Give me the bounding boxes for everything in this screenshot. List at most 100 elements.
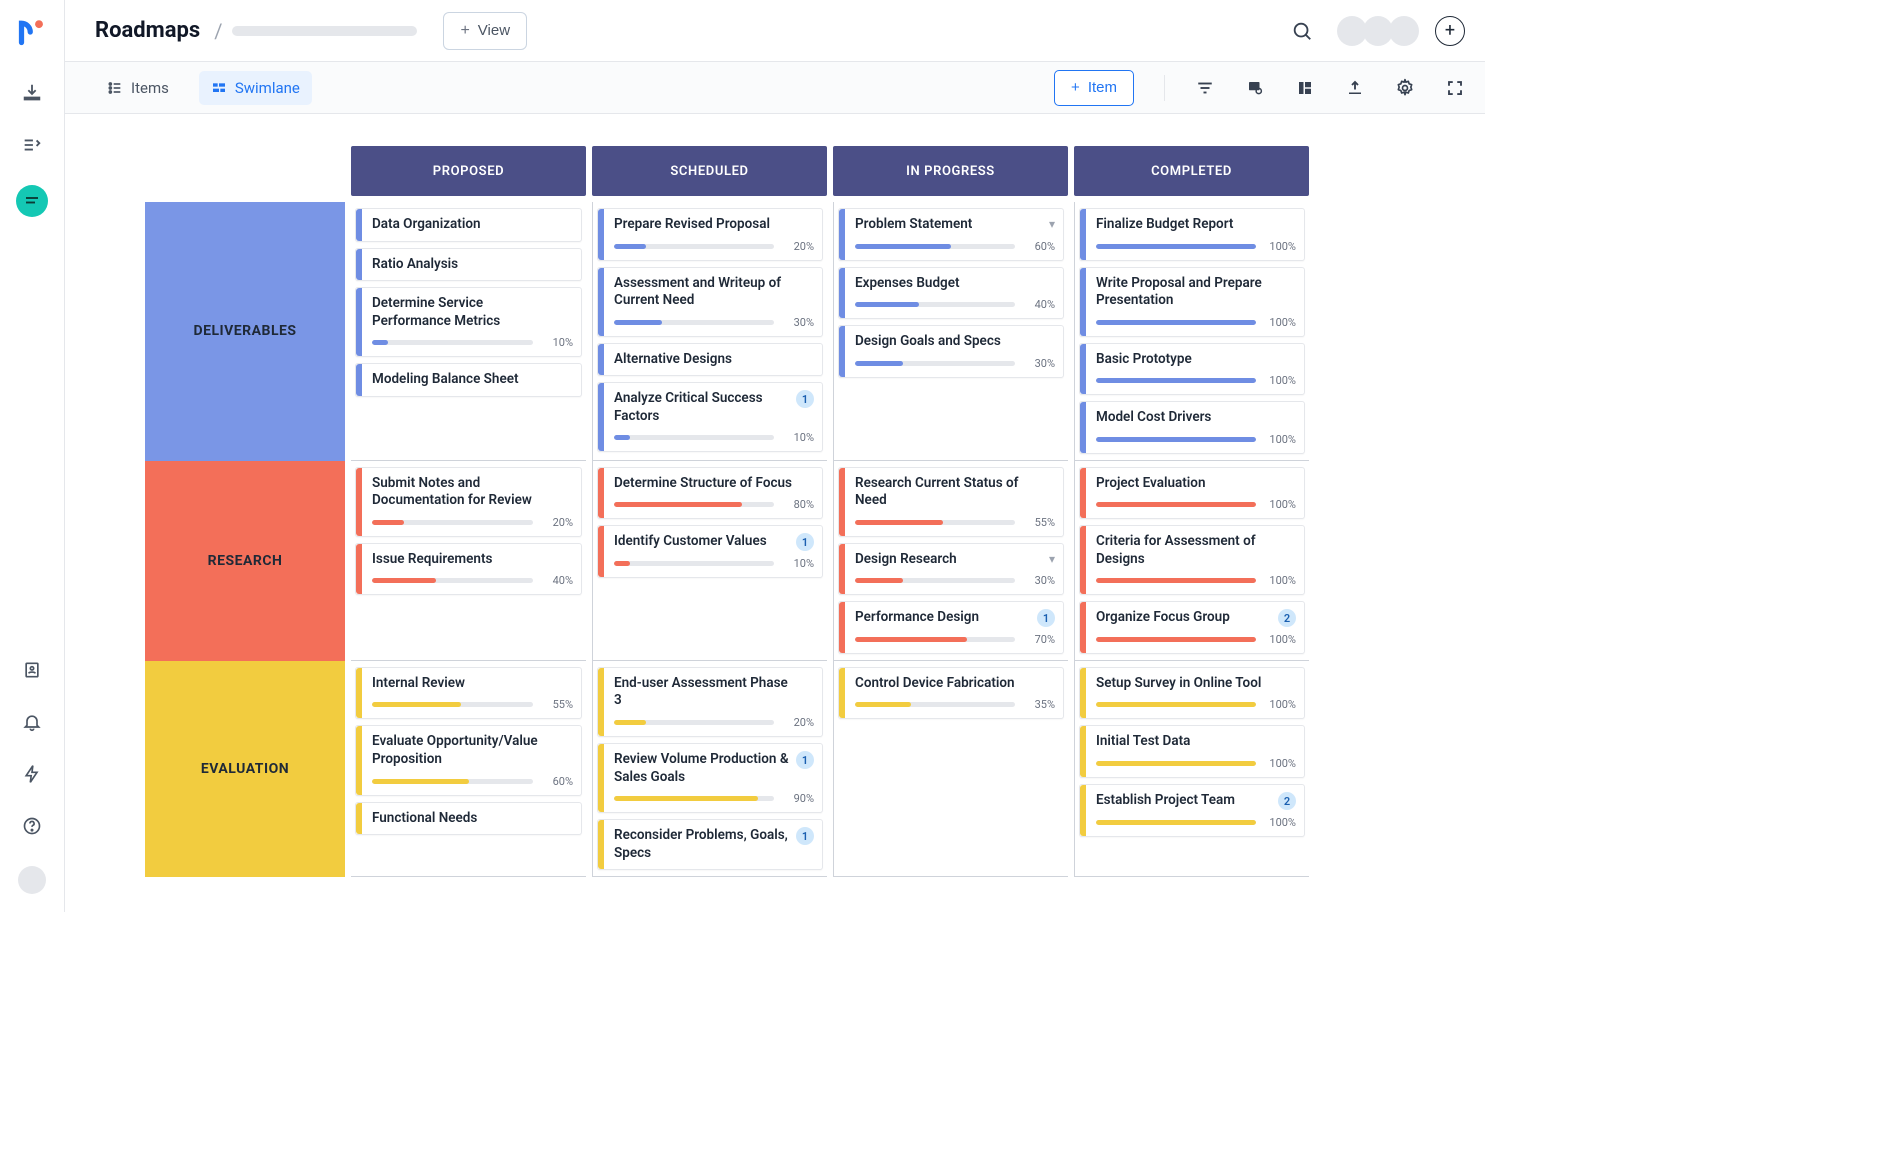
card-stripe [839,468,845,536]
item-card[interactable]: Control Device Fabrication 35% [838,667,1064,720]
item-card[interactable]: Research Current Status of Need55% [838,467,1064,537]
add-view-button[interactable]: + View [443,12,527,50]
item-card[interactable]: Write Proposal and Prepare Presentation1… [1079,267,1305,337]
item-card[interactable]: Identify Customer Values110% [597,525,823,578]
item-card[interactable]: Design Goals and Specs30% [838,325,1064,378]
item-card[interactable]: Performance Design170% [838,601,1064,654]
card-title: Initial Test Data [1096,733,1296,751]
item-card[interactable]: Establish Project Team2100% [1079,784,1305,837]
card-title: Review Volume Production & Sales Goals [614,751,814,786]
user-avatar[interactable] [18,866,46,894]
item-card[interactable]: Organize Focus Group2100% [1079,601,1305,654]
export-icon[interactable] [1345,78,1365,98]
item-card[interactable]: Design Research▾30% [838,543,1064,596]
card-title: Write Proposal and Prepare Presentation [1096,275,1296,310]
item-card[interactable]: Analyze Critical Success Factors110% [597,382,823,452]
progress-bar [372,340,533,345]
item-card[interactable]: Evaluate Opportunity/Value Proposition60… [355,725,582,795]
board-cell: Prepare Revised Proposal20% Assessment an… [592,202,827,461]
layout-icon[interactable] [1295,78,1315,98]
progress-row: 90% [614,792,814,805]
item-card[interactable]: Basic Prototype100% [1079,343,1305,396]
item-card[interactable]: Determine Structure of Focus80% [597,467,823,520]
item-card[interactable]: Project Evaluation100% [1079,467,1305,520]
progress-pct: 10% [541,336,573,349]
inbox-icon[interactable] [20,81,44,105]
item-card[interactable]: Setup Survey in Online Tool100% [1079,667,1305,720]
help-icon[interactable] [20,814,44,838]
card-title: Alternative Designs [614,351,814,369]
item-card[interactable]: Data Organization [355,208,582,242]
progress-bar [614,244,774,249]
card-title: Control Device Fabrication [855,675,1055,693]
item-card[interactable]: Modeling Balance Sheet [355,363,582,397]
item-card[interactable]: Criteria for Assessment of Designs100% [1079,525,1305,595]
item-card[interactable]: Functional Needs [355,802,582,836]
tab-swimlane[interactable]: Swimlane [199,71,312,105]
lightning-icon[interactable] [20,762,44,786]
card-stripe [1080,526,1086,594]
progress-bar [372,520,533,525]
progress-row: 10% [372,336,573,349]
card-stripe [1080,726,1086,777]
item-card[interactable]: Determine Service Performance Metrics10% [355,287,582,357]
swimlane-nav-icon[interactable] [16,185,48,217]
item-card[interactable]: Assessment and Writeup of Current Need30… [597,267,823,337]
card-stripe [598,744,604,812]
search-icon[interactable] [1291,20,1313,42]
progress-bar [1096,244,1256,249]
tab-items-label: Items [131,79,169,97]
settings-icon[interactable] [1395,78,1415,98]
progress-bar [855,520,1015,525]
link-icon[interactable] [1245,78,1265,98]
board-cell: Research Current Status of Need55%Design… [833,461,1068,661]
item-card[interactable]: Issue Requirements40% [355,543,582,596]
progress-pct: 80% [782,498,814,511]
progress-row: 100% [1096,698,1296,711]
item-card[interactable]: Submit Notes and Documentation for Revie… [355,467,582,537]
progress-bar [1096,320,1256,325]
progress-pct: 30% [1023,357,1055,370]
progress-pct: 30% [782,316,814,329]
item-card[interactable]: Review Volume Production & Sales Goals19… [597,743,823,813]
progress-bar [855,244,1015,249]
item-card[interactable]: Ratio Analysis [355,248,582,282]
card-stripe [356,803,362,835]
add-collaborator-button[interactable]: + [1435,16,1465,46]
chevron-down-icon[interactable]: ▾ [1049,217,1055,231]
item-card[interactable]: Alternative Designs [597,343,823,377]
progress-row: 100% [1096,433,1296,446]
contacts-icon[interactable] [20,658,44,682]
add-item-button[interactable]: + Item [1054,70,1134,106]
board-cell: Control Device Fabrication 35% [833,661,1068,877]
card-title: End-user Assessment Phase 3 [614,675,814,710]
item-card[interactable]: Finalize Budget Report100% [1079,208,1305,261]
item-card[interactable]: Problem Statement▾60% [838,208,1064,261]
chevron-down-icon[interactable]: ▾ [1049,552,1055,566]
breadcrumb-placeholder [232,26,417,36]
progress-row: 30% [855,574,1055,587]
swimlane-label: DELIVERABLES [145,202,345,461]
breadcrumb-separator: / [214,19,222,43]
collaborator-avatars[interactable] [1341,16,1419,46]
item-card[interactable]: Prepare Revised Proposal20% [597,208,823,261]
progress-bar [855,702,1015,707]
item-card[interactable]: Internal Review55% [355,667,582,720]
progress-row: 100% [1096,574,1296,587]
tab-items[interactable]: Items [95,71,181,105]
fullscreen-icon[interactable] [1445,78,1465,98]
item-card[interactable]: Expenses Budget40% [838,267,1064,320]
list-icon[interactable] [20,133,44,157]
notifications-icon[interactable] [20,710,44,734]
card-title: Prepare Revised Proposal [614,216,814,234]
item-card[interactable]: Reconsider Problems, Goals, Specs1 [597,819,823,870]
item-card[interactable]: End-user Assessment Phase 320% [597,667,823,737]
filter-icon[interactable] [1195,78,1215,98]
card-title: Basic Prototype [1096,351,1296,369]
progress-row: 35% [855,698,1055,711]
progress-bar [614,561,774,566]
item-card[interactable]: Model Cost Drivers100% [1079,401,1305,454]
progress-row: 60% [855,240,1055,253]
item-card[interactable]: Initial Test Data100% [1079,725,1305,778]
progress-bar [1096,702,1256,707]
